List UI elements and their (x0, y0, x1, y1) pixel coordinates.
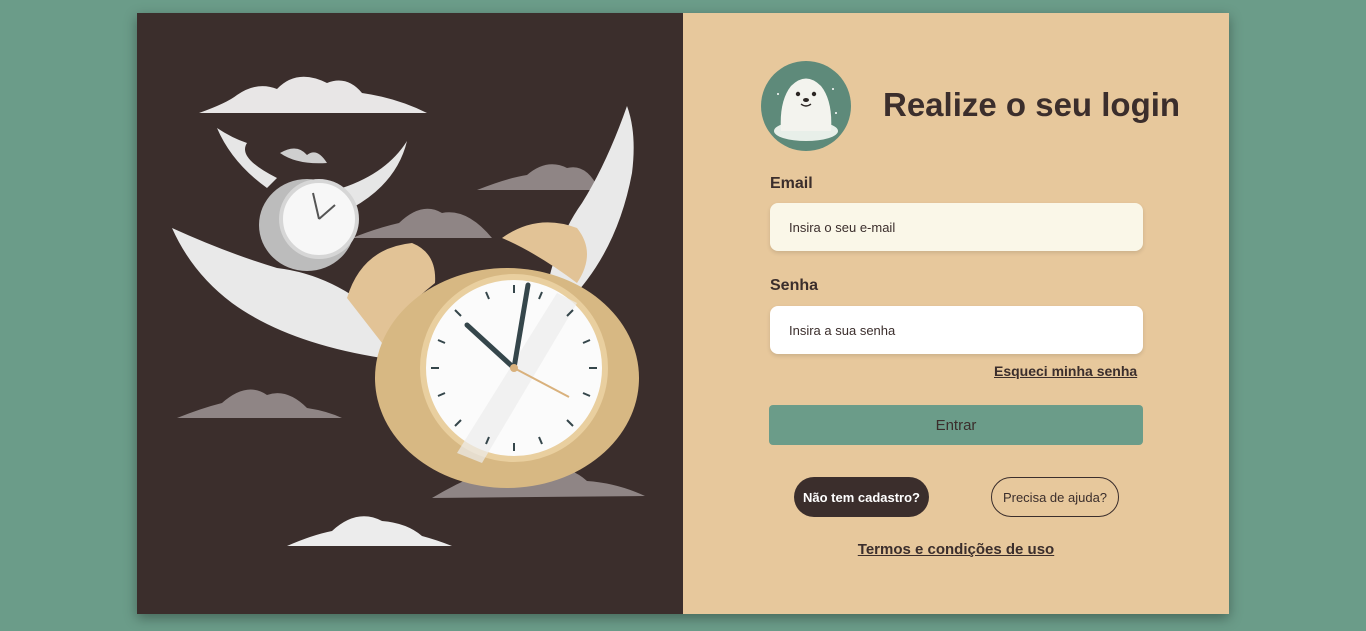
small-clock-left-wing (217, 128, 277, 188)
illustration-panel (137, 13, 683, 614)
terms-link[interactable]: Termos e condições de uso (683, 541, 1229, 558)
cloud-middle (352, 208, 492, 238)
cloud-right-upper (477, 164, 599, 190)
big-clock-right-wing (547, 106, 634, 303)
login-button[interactable]: Entrar (769, 405, 1143, 445)
login-card: Realize o seu login Email Senha Esqueci … (137, 13, 1229, 614)
seal-logo-icon (761, 61, 851, 151)
help-button[interactable]: Precisa de ajuda? (991, 477, 1119, 517)
flying-clocks-illustration (172, 76, 645, 546)
cloud-left-lower (177, 389, 342, 418)
forgot-password-link[interactable]: Esqueci minha senha (994, 363, 1137, 379)
email-label: Email (770, 175, 813, 192)
password-label: Senha (770, 277, 819, 294)
cloud-top (199, 76, 427, 113)
page-title: Realize o seu login (883, 86, 1181, 123)
login-panel: Realize o seu login Email Senha Esqueci … (683, 13, 1229, 614)
email-field[interactable] (770, 203, 1143, 251)
password-field[interactable] (770, 306, 1143, 354)
signup-button[interactable]: Não tem cadastro? (794, 477, 929, 517)
cloud-bottom (287, 516, 452, 546)
